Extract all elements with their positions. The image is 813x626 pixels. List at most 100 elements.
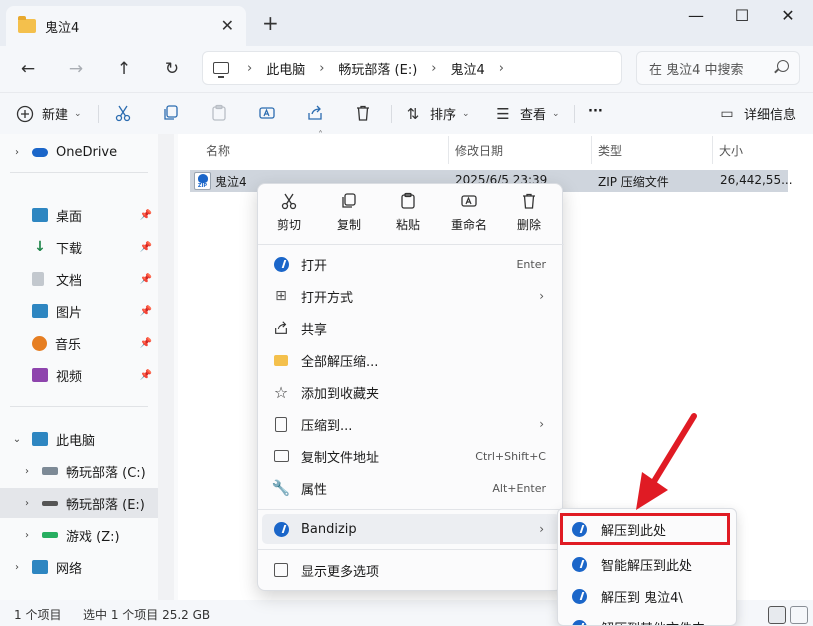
paste-action[interactable]: 粘贴 (383, 192, 433, 233)
sidebar-item-pictures[interactable]: 图片 📌 (0, 296, 158, 326)
menu-item-compress[interactable]: 压缩到... › (262, 409, 560, 439)
address-bar[interactable]: › 此电脑 › 畅玩部落 (E:) › 鬼泣4 › (202, 51, 622, 85)
item-count: 1 个项目 (14, 608, 62, 622)
back-button[interactable]: ← (14, 55, 42, 83)
music-icon (32, 335, 47, 351)
share-button[interactable] (306, 104, 324, 122)
close-window-button[interactable]: ✕ (768, 6, 808, 25)
new-tab-button[interactable]: + (262, 11, 279, 35)
scissors-icon (281, 193, 297, 210)
column-size[interactable]: 大小 (719, 142, 743, 159)
sidebar-item-downloads[interactable]: ↓ 下载 📌 (0, 232, 158, 262)
sidebar-item-drive-e[interactable]: › 畅玩部落 (E:) (0, 488, 158, 518)
menu-divider (258, 509, 564, 510)
menu-item-extract-all[interactable]: 全部解压缩... (262, 345, 560, 375)
folder-icon (18, 16, 36, 33)
picture-icon (32, 304, 48, 318)
toolbar-divider (574, 105, 575, 123)
menu-item-label: 打开 (301, 258, 328, 274)
more-button[interactable]: ··· (588, 104, 603, 119)
chevron-right-icon: › (25, 465, 29, 477)
navigation-pane: › OneDrive 桌面 📌 ↓ 下载 📌 文档 📌 图片 📌 音乐 📌 视频… (0, 134, 158, 600)
navigation-bar: ← → ↑ ↻ › 此电脑 › 畅玩部落 (E:) › 鬼泣4 › 在 鬼泣4 … (0, 46, 813, 92)
menu-item-more-options[interactable]: 显示更多选项 (262, 555, 560, 585)
menu-item-open-with[interactable]: ⊞ 打开方式 › (262, 281, 560, 311)
bandizip-icon (272, 520, 290, 538)
tab-bar: 鬼泣4 ✕ + — ☐ ✕ (0, 0, 813, 46)
sidebar-item-videos[interactable]: 视频 📌 (0, 360, 158, 390)
breadcrumb-separator: › (431, 60, 437, 76)
red-arrow-icon (636, 413, 697, 510)
menu-item-label: 复制文件地址 (301, 450, 380, 466)
breadcrumb-folder[interactable]: 鬼泣4 (451, 59, 485, 78)
trash-icon (523, 193, 535, 209)
menu-item-label: 打开方式 (301, 290, 354, 306)
more-options-icon (272, 561, 290, 579)
sidebar-item-this-pc[interactable]: ⌄ 此电脑 (0, 424, 158, 454)
sidebar-item-desktop[interactable]: 桌面 📌 (0, 200, 158, 230)
cut-button[interactable] (114, 104, 132, 122)
view-button[interactable]: ☰ 查看 ⌄ (494, 104, 559, 124)
submenu-item-extract-other[interactable]: 解压到其他文件夹... (562, 612, 734, 625)
menu-item-add-favorite[interactable]: ☆ 添加到收藏夹 (262, 377, 560, 407)
menu-item-label: Bandizip (301, 521, 357, 537)
toolbar-divider (391, 105, 392, 123)
minimize-button[interactable]: — (676, 6, 716, 25)
tab-close-button[interactable]: ✕ (221, 16, 234, 35)
delete-button[interactable] (354, 104, 372, 122)
rename-action[interactable]: 重命名 (444, 192, 494, 233)
column-modified[interactable]: 修改日期 (455, 142, 503, 159)
menu-item-label: 全部解压缩... (301, 354, 379, 370)
share-icon (308, 105, 322, 120)
breadcrumb-this-pc[interactable]: 此电脑 (266, 59, 305, 78)
chevron-right-icon: › (25, 497, 29, 509)
menu-item-label: 共享 (301, 322, 328, 338)
search-input[interactable]: 在 鬼泣4 中搜索 (636, 51, 800, 85)
refresh-button[interactable]: ↻ (158, 55, 186, 83)
sidebar-item-music[interactable]: 音乐 📌 (0, 328, 158, 358)
sidebar-divider (10, 406, 148, 407)
menu-item-copy-path[interactable]: 复制文件地址 Ctrl+Shift+C (262, 441, 560, 471)
pin-icon: 📌 (139, 369, 152, 381)
menu-item-bandizip[interactable]: Bandizip › (262, 514, 560, 544)
rename-button[interactable] (258, 104, 276, 122)
chevron-right-icon: › (15, 561, 19, 573)
new-label: 新建 (42, 108, 69, 123)
submenu-item-smart-extract[interactable]: 智能解压到此处 (562, 549, 734, 579)
copy-action[interactable]: 复制 (324, 192, 374, 233)
sidebar-scrollbar[interactable] (158, 134, 174, 600)
menu-item-share[interactable]: 共享 (262, 313, 560, 343)
highlight-box (560, 513, 730, 545)
chevron-right-icon: › (539, 522, 544, 536)
sidebar-item-documents[interactable]: 文档 📌 (0, 264, 158, 294)
submenu-item-extract-to-folder[interactable]: 解压到 鬼泣4\ (562, 581, 734, 611)
sidebar-item-network[interactable]: › 网络 (0, 552, 158, 582)
delete-action[interactable]: 删除 (504, 192, 554, 233)
new-button[interactable]: 新建 ⌄ (16, 104, 82, 123)
tab-current[interactable]: 鬼泣4 ✕ (6, 6, 246, 46)
menu-item-properties[interactable]: 🔧 属性 Alt+Enter (262, 473, 560, 503)
maximize-button[interactable]: ☐ (722, 6, 762, 25)
sidebar-item-drive-c[interactable]: › 畅玩部落 (C:) (0, 456, 158, 486)
paste-button[interactable] (210, 104, 228, 122)
column-type[interactable]: 类型 (598, 142, 622, 159)
up-button[interactable]: ↑ (110, 55, 138, 83)
forward-button[interactable]: → (62, 55, 90, 83)
sidebar-item-drive-z[interactable]: › 游戏 (Z:) (0, 520, 158, 550)
rename-label: 重命名 (450, 218, 487, 232)
pin-icon: 📌 (139, 209, 152, 221)
details-label: 详细信息 (744, 108, 797, 123)
chevron-right-icon: › (15, 146, 19, 158)
sidebar-item-onedrive[interactable]: › OneDrive (0, 137, 158, 167)
scissors-icon (115, 105, 131, 122)
details-button[interactable]: ▭ 详细信息 (718, 104, 797, 124)
menu-item-open[interactable]: 打开 Enter (262, 249, 560, 279)
cut-action[interactable]: 剪切 (264, 192, 314, 233)
sort-button[interactable]: ⇅ 排序 ⌄ (404, 104, 470, 124)
column-name[interactable]: 名称 (206, 142, 230, 159)
breadcrumb-drive-e[interactable]: 畅玩部落 (E:) (338, 59, 417, 78)
details-view-button[interactable] (768, 606, 786, 624)
tiles-view-button[interactable] (790, 606, 808, 624)
copy-button[interactable] (162, 104, 180, 122)
selection-info: 选中 1 个项目 25.2 GB (83, 608, 211, 622)
